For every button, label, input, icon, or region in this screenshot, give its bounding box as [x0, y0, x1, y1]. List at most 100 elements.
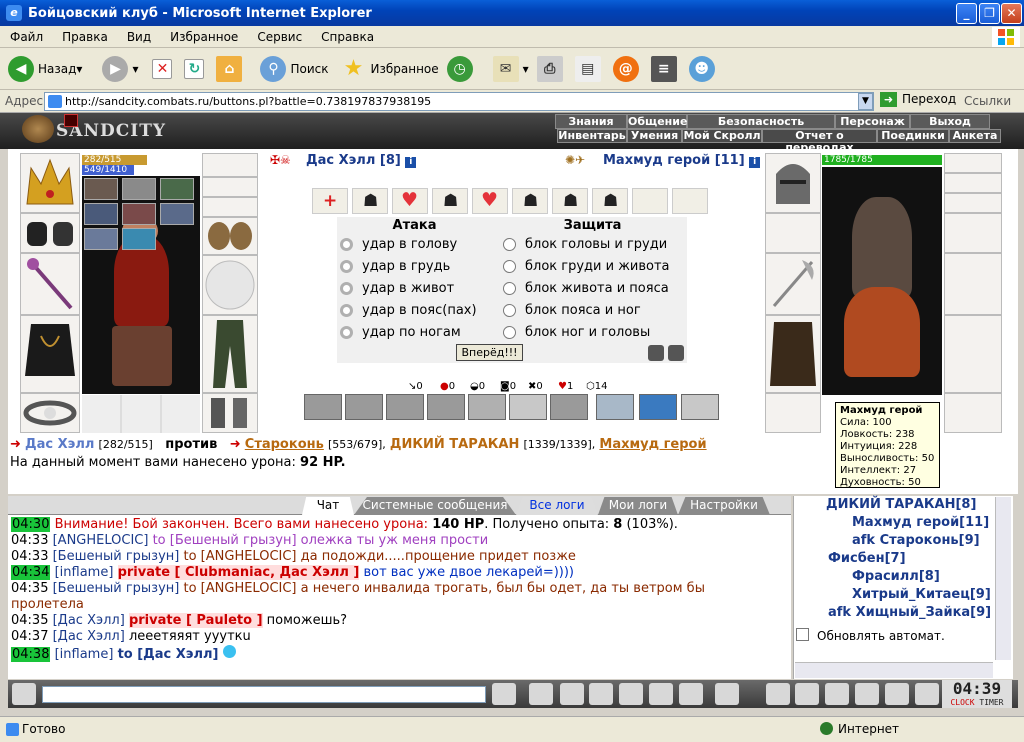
skill-icon[interactable] — [427, 394, 465, 420]
messenger-button[interactable]: @ — [612, 55, 643, 82]
nav-battles[interactable]: Поединки — [877, 129, 949, 143]
enemy-rings-slot[interactable] — [944, 193, 1002, 213]
block-head-chest-radio[interactable]: блок головы и груди — [503, 237, 667, 252]
menu-edit[interactable]: Правка — [62, 30, 108, 44]
participant-player[interactable]: Дас Хэлл — [25, 437, 94, 452]
skill-icon[interactable] — [639, 394, 677, 420]
enemy-amulet-slot[interactable] — [944, 173, 1002, 193]
menu-help[interactable]: Справка — [321, 30, 374, 44]
info-icon[interactable]: i — [749, 157, 761, 168]
filter-icon[interactable] — [560, 683, 584, 705]
auto-battle-icon[interactable] — [668, 345, 684, 361]
address-input[interactable]: http://sandcity.combats.ru/buttons.pl?ba… — [44, 92, 874, 111]
auto-refresh-checkbox[interactable] — [796, 628, 809, 641]
private-icon[interactable] — [649, 683, 673, 705]
amulet-slot[interactable] — [202, 177, 258, 197]
buff-icon[interactable] — [122, 203, 156, 225]
info-icon[interactable]: i — [405, 157, 417, 168]
contacts-button[interactable]: ☻ — [688, 55, 719, 82]
weapon-slot[interactable] — [20, 253, 80, 315]
player-name[interactable]: Дас Хэлл [8] i — [306, 153, 417, 168]
go-button[interactable]: ➜ Переход — [880, 92, 956, 107]
nav-exit[interactable]: Выход — [910, 114, 990, 129]
heart-scroll[interactable] — [392, 188, 428, 214]
nav-security[interactable]: Безопасность — [687, 114, 835, 129]
menu-favorites[interactable]: Избранное — [170, 30, 238, 44]
back-button[interactable]: ◀ Назад ▾ — [8, 55, 82, 82]
scroll-slot[interactable] — [352, 188, 388, 214]
block-chest-belly-radio[interactable]: блок груди и живота — [503, 259, 670, 274]
menu-view[interactable]: Вид — [127, 30, 151, 44]
buff-icon[interactable] — [160, 203, 194, 225]
address-dropdown-icon[interactable]: ▼ — [858, 93, 873, 110]
minimize-button[interactable]: _ — [956, 3, 977, 24]
enemy-shield-slot[interactable] — [944, 253, 1002, 315]
links-button[interactable]: Ссылки — [964, 94, 1011, 108]
buff-icon[interactable] — [160, 178, 194, 200]
refresh-button[interactable]: ↻ — [184, 58, 208, 79]
tab-settings[interactable]: Настройки — [678, 497, 770, 515]
music-icon[interactable] — [679, 683, 703, 705]
boots-slot[interactable] — [202, 393, 258, 433]
heart-scroll[interactable] — [472, 188, 508, 214]
skill-icon[interactable] — [681, 394, 719, 420]
gloves-slot[interactable] — [202, 217, 258, 255]
info-icon[interactable] — [766, 683, 790, 705]
buff-icon[interactable] — [84, 178, 118, 200]
enemy-helmet-slot[interactable] — [765, 153, 821, 213]
empty-scroll-slot[interactable] — [672, 188, 708, 214]
research-button[interactable]: ≡ — [650, 55, 681, 82]
speaker-icon[interactable] — [12, 683, 36, 705]
rune-slots[interactable] — [82, 395, 200, 433]
print-button[interactable]: ⎙ — [536, 55, 567, 82]
skill-icon[interactable] — [550, 394, 588, 420]
pants-slot[interactable] — [202, 315, 258, 393]
buff-icon[interactable] — [122, 178, 156, 200]
maximize-button[interactable]: ❐ — [979, 3, 1000, 24]
attack-groin-radio[interactable]: удар в пояс(пах) — [340, 303, 477, 318]
rings-slot[interactable] — [202, 197, 258, 217]
tab-my-logs[interactable]: Мои логи — [598, 497, 678, 515]
scroll-slot[interactable] — [512, 188, 548, 214]
nav-transfer-report[interactable]: Отчет о переводах — [762, 129, 877, 154]
enemy-name[interactable]: Махмуд герой [11] i — [603, 153, 761, 168]
exit-icon[interactable] — [915, 683, 939, 705]
chat-input[interactable] — [42, 686, 486, 703]
forward-nav-button[interactable]: ▶ ▾ — [102, 55, 138, 82]
nav-communication[interactable]: Общение — [627, 114, 687, 129]
attack-legs-radio[interactable]: удар по ногам — [340, 325, 461, 340]
armor-slot[interactable] — [20, 315, 80, 393]
enemy-bracers-slot[interactable] — [765, 213, 821, 253]
user-item[interactable]: ДИКИЙ ТАРАКАН[8] — [826, 497, 976, 512]
participant-enemy[interactable]: ДИКИЙ ТАРАКАН — [390, 437, 519, 452]
enemy-earrings-slot[interactable] — [944, 153, 1002, 173]
history-button[interactable]: ◷ — [446, 55, 477, 82]
scroll-slot[interactable] — [592, 188, 628, 214]
nav-profile[interactable]: Анкета — [949, 129, 1001, 143]
nav-character[interactable]: Персонаж — [835, 114, 910, 129]
stop-button[interactable]: ✕ — [152, 58, 176, 79]
buff-icon[interactable] — [84, 203, 118, 225]
user-item[interactable]: Махмуд герой[11] — [852, 515, 989, 530]
user-item[interactable]: Фисбен[7] — [828, 551, 906, 566]
refresh-battle-icon[interactable] — [648, 345, 664, 361]
favorites-button[interactable]: ★ Избранное — [341, 56, 439, 82]
userlist-hscrollbar[interactable] — [795, 662, 993, 678]
skill-icon[interactable] — [304, 394, 342, 420]
enemy-gloves-slot[interactable] — [944, 213, 1002, 253]
belt-slot[interactable] — [20, 393, 80, 433]
attack-chest-radio[interactable]: удар в грудь — [340, 259, 450, 274]
skill-icon[interactable] — [386, 394, 424, 420]
skill-icon[interactable] — [468, 394, 506, 420]
forward-button[interactable]: Вперёд!!! — [456, 344, 523, 361]
mail-button[interactable]: ✉ ▾ — [492, 55, 529, 82]
bracers-slot[interactable] — [20, 213, 80, 253]
block-belt-legs-radio[interactable]: блок пояса и ног — [503, 303, 641, 318]
clear-icon[interactable] — [529, 683, 553, 705]
nav-inventory[interactable]: Инвентарь — [557, 129, 627, 143]
heal-scroll[interactable]: + — [312, 188, 348, 214]
enemy-boots-slot[interactable] — [944, 393, 1002, 433]
user-item[interactable]: Фрасилл[8] — [852, 569, 940, 584]
earrings-slot[interactable] — [202, 153, 258, 177]
attack-belly-radio[interactable]: удар в живот — [340, 281, 454, 296]
